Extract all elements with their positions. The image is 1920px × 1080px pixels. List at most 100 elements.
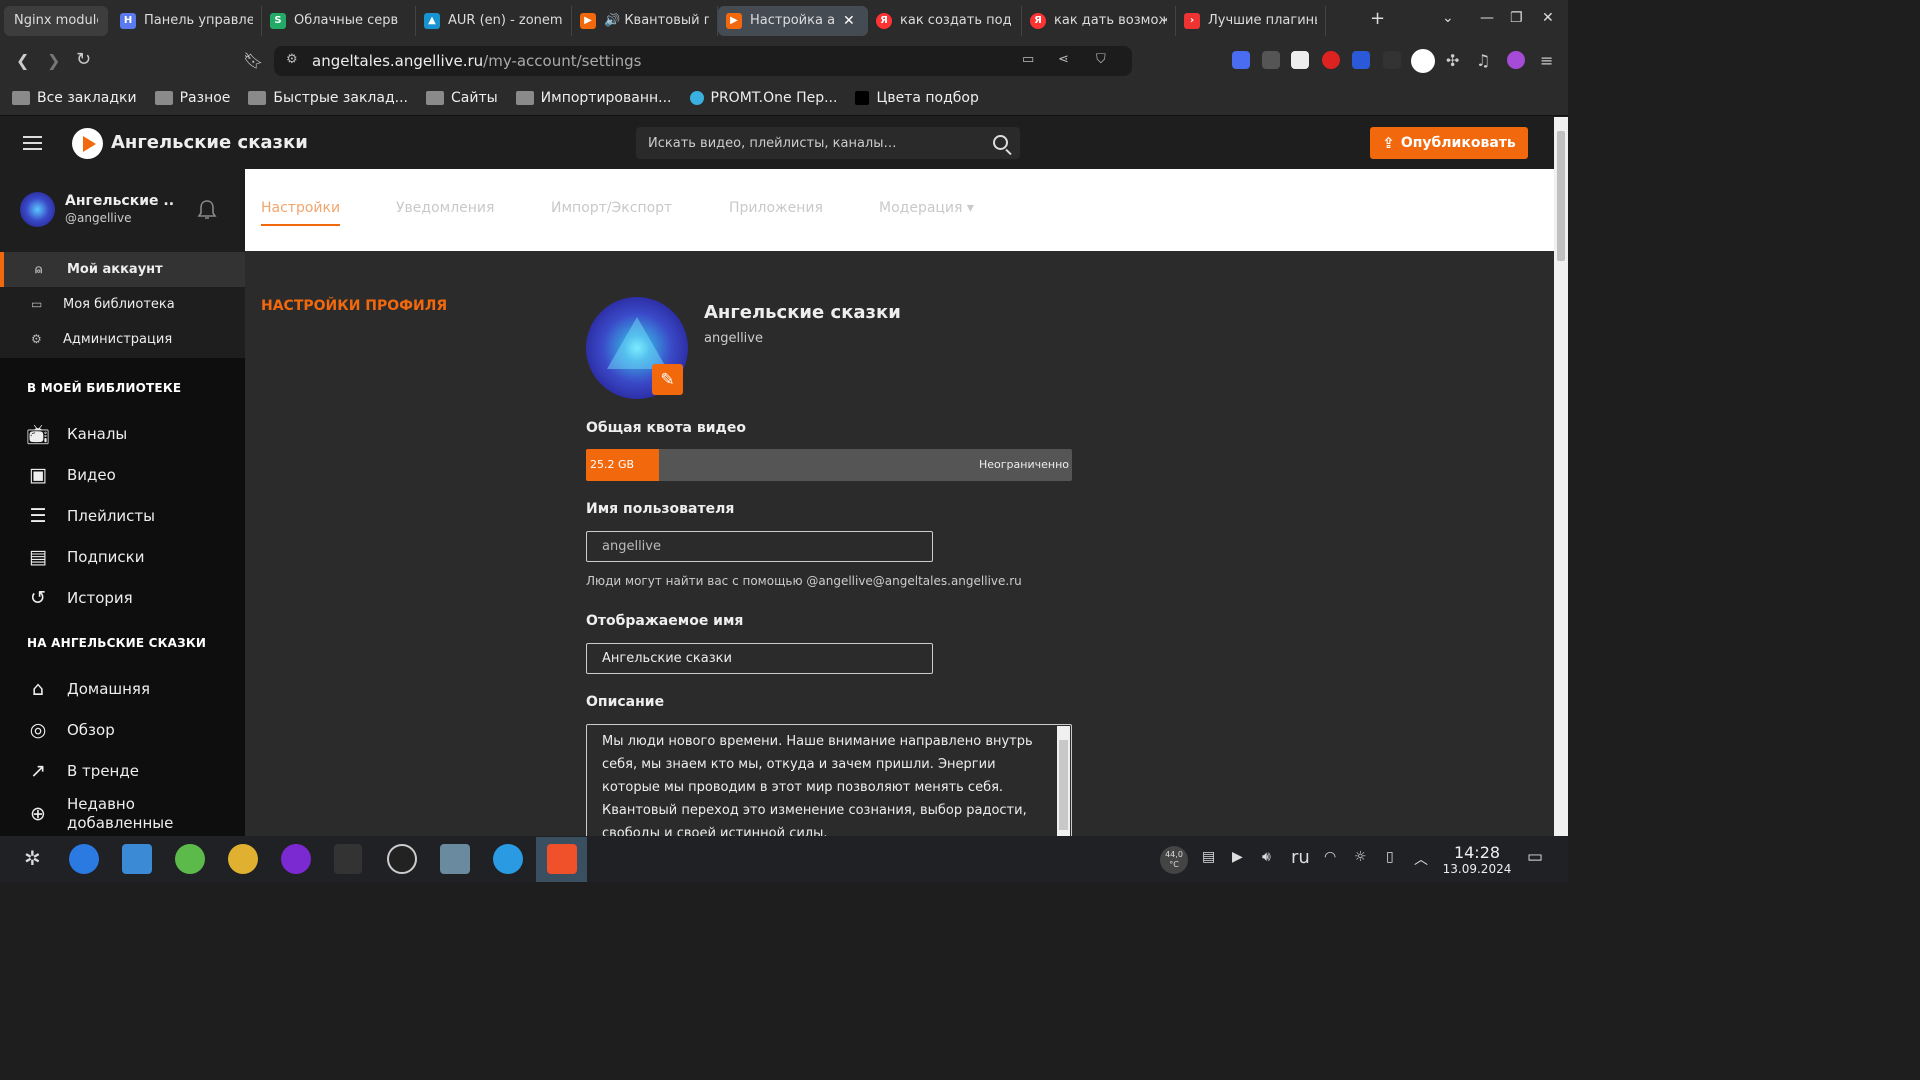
browser-tab[interactable]: H Панель управле bbox=[112, 5, 262, 36]
sidebar-item-recently-added[interactable]: ⊕ Недавно добавленные bbox=[0, 792, 245, 836]
tab-settings[interactable]: Настройки bbox=[261, 200, 341, 226]
peertube-logo-icon[interactable] bbox=[72, 128, 103, 159]
minimize-icon[interactable]: — bbox=[1480, 10, 1494, 26]
menu-icon[interactable]: ≡ bbox=[1540, 51, 1553, 70]
temperature-widget[interactable]: 44,0 °C bbox=[1160, 846, 1188, 874]
avatar[interactable] bbox=[20, 192, 55, 227]
username-field[interactable] bbox=[586, 531, 933, 562]
share-icon[interactable]: ⋖ bbox=[1058, 52, 1069, 67]
maximize-icon[interactable]: ❐ bbox=[1510, 10, 1523, 26]
sidebar-item-videos[interactable]: ▣ Видео bbox=[0, 455, 245, 495]
ublock-icon[interactable] bbox=[1262, 51, 1280, 69]
tor-icon[interactable] bbox=[281, 844, 311, 874]
obs-icon[interactable] bbox=[387, 844, 417, 874]
extension-icon[interactable] bbox=[1232, 51, 1250, 69]
bookmark-item[interactable]: Цвета подбор bbox=[855, 90, 979, 106]
app-icon[interactable] bbox=[493, 844, 523, 874]
url-field[interactable]: angeltales.angellive.ru/my-account/setti… bbox=[274, 46, 1132, 76]
puzzle-icon[interactable]: ✣ bbox=[1446, 51, 1459, 70]
browser-tab[interactable]: › Лучшие плагины bbox=[1176, 5, 1326, 36]
sidebar-item-administration[interactable]: ⚙ Администрация bbox=[0, 322, 245, 357]
extension-icon[interactable] bbox=[1291, 51, 1309, 69]
chevron-up-icon[interactable]: ︿ bbox=[1414, 849, 1428, 869]
bookmark-label: PROMT.One Пер... bbox=[710, 90, 838, 106]
sidebar-item-subscriptions[interactable]: ▤ Подписки bbox=[0, 537, 245, 577]
sidebar-item-history[interactable]: ↺ История bbox=[0, 578, 245, 618]
translate-icon[interactable] bbox=[1352, 51, 1370, 69]
displayname-field[interactable] bbox=[586, 643, 933, 674]
sidebar-item-my-account[interactable]: ⍝ Мой аккаунт bbox=[0, 252, 245, 287]
system-monitor-icon[interactable] bbox=[440, 844, 470, 874]
date[interactable]: 13.09.2024 bbox=[1442, 862, 1512, 876]
bookmark-item[interactable]: PROMT.One Пер... bbox=[689, 90, 838, 106]
brave-shield-icon[interactable]: ⛉ bbox=[1096, 52, 1106, 67]
cast-icon[interactable]: ▭ bbox=[1022, 52, 1034, 67]
profile-avatar-icon[interactable] bbox=[1411, 49, 1435, 73]
bookmark-item[interactable]: Разное bbox=[154, 90, 230, 106]
site-settings-icon[interactable]: ⚙ bbox=[286, 52, 298, 67]
youtube-extension-icon[interactable] bbox=[1322, 51, 1340, 69]
volume-icon[interactable]: 🔊︎ bbox=[1262, 849, 1271, 865]
sidebar-item-discover[interactable]: ◎ Обзор bbox=[0, 710, 245, 750]
clipboard-icon[interactable]: ▤ bbox=[1202, 849, 1215, 865]
description-field[interactable]: Мы люди нового времени. Наше внимание на… bbox=[586, 724, 1072, 836]
battery-icon[interactable]: ▯ bbox=[1386, 849, 1394, 865]
hamburger-menu-icon[interactable] bbox=[23, 136, 42, 150]
close-window-icon[interactable]: ✕ bbox=[1542, 10, 1554, 26]
sidebar-item-home[interactable]: ⌂ Домашняя bbox=[0, 669, 245, 709]
browser-tab[interactable]: ▲ AUR (en) - zonem bbox=[416, 5, 572, 36]
user-app-icon[interactable] bbox=[228, 844, 258, 874]
bell-icon[interactable] bbox=[197, 199, 217, 221]
terminal-icon[interactable] bbox=[334, 844, 362, 874]
browser-tab[interactable]: Я как дать возмож bbox=[1022, 5, 1176, 36]
tab-applications[interactable]: Приложения bbox=[729, 200, 823, 216]
sidebar-item-trending[interactable]: ↗ В тренде bbox=[0, 751, 245, 791]
back-icon[interactable]: ❮ bbox=[16, 51, 29, 70]
bookmark-icon[interactable]: 🔖︎ bbox=[243, 51, 263, 70]
browser-tab[interactable]: Nginx module bbox=[4, 5, 108, 36]
sidebar-item-playlists[interactable]: ☰ Плейлисты bbox=[0, 496, 245, 536]
sidebar-item-channels[interactable]: 📺︎ Каналы bbox=[0, 414, 245, 454]
tab-notifications[interactable]: Уведомления bbox=[396, 200, 494, 216]
site-brand[interactable]: Ангельские сказки bbox=[111, 132, 308, 153]
extension-icon[interactable] bbox=[1383, 51, 1401, 69]
download-manager-icon[interactable] bbox=[175, 844, 205, 874]
clock[interactable]: 14:28 bbox=[1442, 843, 1512, 862]
sidebar-item-my-library[interactable]: ▭ Моя библиотека bbox=[0, 287, 245, 322]
page-scrollbar[interactable] bbox=[1554, 117, 1568, 836]
media-icon[interactable]: ♫ bbox=[1476, 51, 1490, 70]
chevron-down-icon[interactable]: ⌄ bbox=[1442, 10, 1454, 26]
bookmark-item[interactable]: Быстрые заклад... bbox=[248, 90, 408, 106]
browser-tab-active[interactable]: ▶ Настройка а ✕ bbox=[718, 5, 868, 36]
folder-icon bbox=[425, 91, 444, 105]
show-desktop-icon[interactable]: ▭ bbox=[1527, 847, 1543, 867]
bookmark-item[interactable]: Сайты bbox=[425, 90, 498, 106]
brightness-icon[interactable]: ☼ bbox=[1354, 849, 1367, 865]
browser-tab[interactable]: S Облачные серв bbox=[262, 5, 416, 36]
thunderbird-icon[interactable] bbox=[69, 844, 99, 874]
app-launcher-icon[interactable]: ✲ bbox=[24, 846, 41, 870]
user-box[interactable]: Ангельские ... @angellive bbox=[0, 169, 245, 250]
wifi-icon[interactable]: ◠ bbox=[1324, 849, 1336, 865]
reload-icon[interactable]: ↻ bbox=[76, 49, 91, 70]
bookmark-item[interactable]: Все закладки bbox=[12, 90, 137, 106]
new-tab-icon[interactable]: + bbox=[1370, 8, 1385, 29]
extension-icon[interactable] bbox=[1507, 51, 1525, 69]
brave-icon[interactable] bbox=[547, 844, 577, 874]
tab-moderation[interactable]: Модерация ▾ bbox=[879, 200, 974, 216]
forward-icon[interactable]: ❯ bbox=[47, 51, 60, 70]
search-icon[interactable] bbox=[993, 135, 1008, 150]
tab-import-export[interactable]: Импорт/Экспорт bbox=[551, 200, 672, 216]
description-scrollbar[interactable] bbox=[1057, 726, 1070, 836]
bookmark-item[interactable]: Импортированн... bbox=[515, 90, 672, 106]
file-manager-icon[interactable] bbox=[122, 844, 152, 874]
media-player-icon[interactable]: ▶ bbox=[1232, 849, 1243, 865]
keyboard-layout[interactable]: ru bbox=[1291, 847, 1310, 868]
browser-tab[interactable]: ▶ 🔊 Квантовый п bbox=[572, 5, 718, 36]
close-icon[interactable]: ✕ bbox=[843, 13, 855, 29]
edit-avatar-button[interactable]: ✎ bbox=[652, 364, 683, 395]
search-input[interactable] bbox=[636, 127, 976, 159]
browser-tab[interactable]: Я как создать под bbox=[868, 5, 1022, 36]
publish-button[interactable]: ⇪ Опубликовать bbox=[1370, 127, 1528, 159]
sidebar-item-label: В тренде bbox=[67, 762, 139, 780]
